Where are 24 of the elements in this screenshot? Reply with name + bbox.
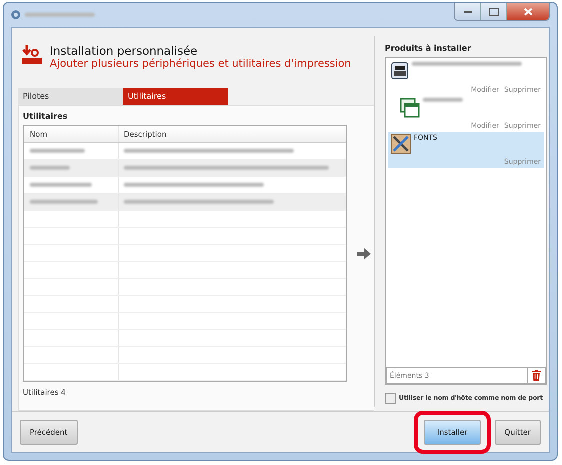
app-icon xyxy=(11,10,21,20)
install-icon xyxy=(22,44,42,66)
close-icon xyxy=(524,8,532,16)
section-heading: Utilitaires xyxy=(23,112,69,121)
close-button[interactable] xyxy=(506,3,549,20)
window-icon xyxy=(400,98,420,118)
blurred-text xyxy=(423,98,463,102)
blurred-text xyxy=(30,200,98,204)
trash-icon xyxy=(532,370,541,381)
arrow-right-icon[interactable] xyxy=(357,248,371,260)
printer-icon xyxy=(391,62,409,80)
tab[interactable]: Utilitaires xyxy=(123,88,228,105)
maximize-button[interactable] xyxy=(480,3,506,20)
checkbox[interactable] xyxy=(385,393,396,404)
page-subtitle: Ajouter plusieurs périphériques et utilitaires d'impression xyxy=(50,58,352,70)
tab[interactable]: Pilotes xyxy=(18,88,123,105)
minimize-button[interactable] xyxy=(455,3,480,20)
blurred-text xyxy=(30,183,92,187)
tools-icon xyxy=(391,134,411,154)
section-heading: Produits à installer xyxy=(385,44,472,53)
blurred-title xyxy=(25,13,95,17)
blurred-text xyxy=(30,149,85,153)
page-title: Installation personnalisée xyxy=(50,44,199,58)
blurred-text xyxy=(30,166,70,170)
